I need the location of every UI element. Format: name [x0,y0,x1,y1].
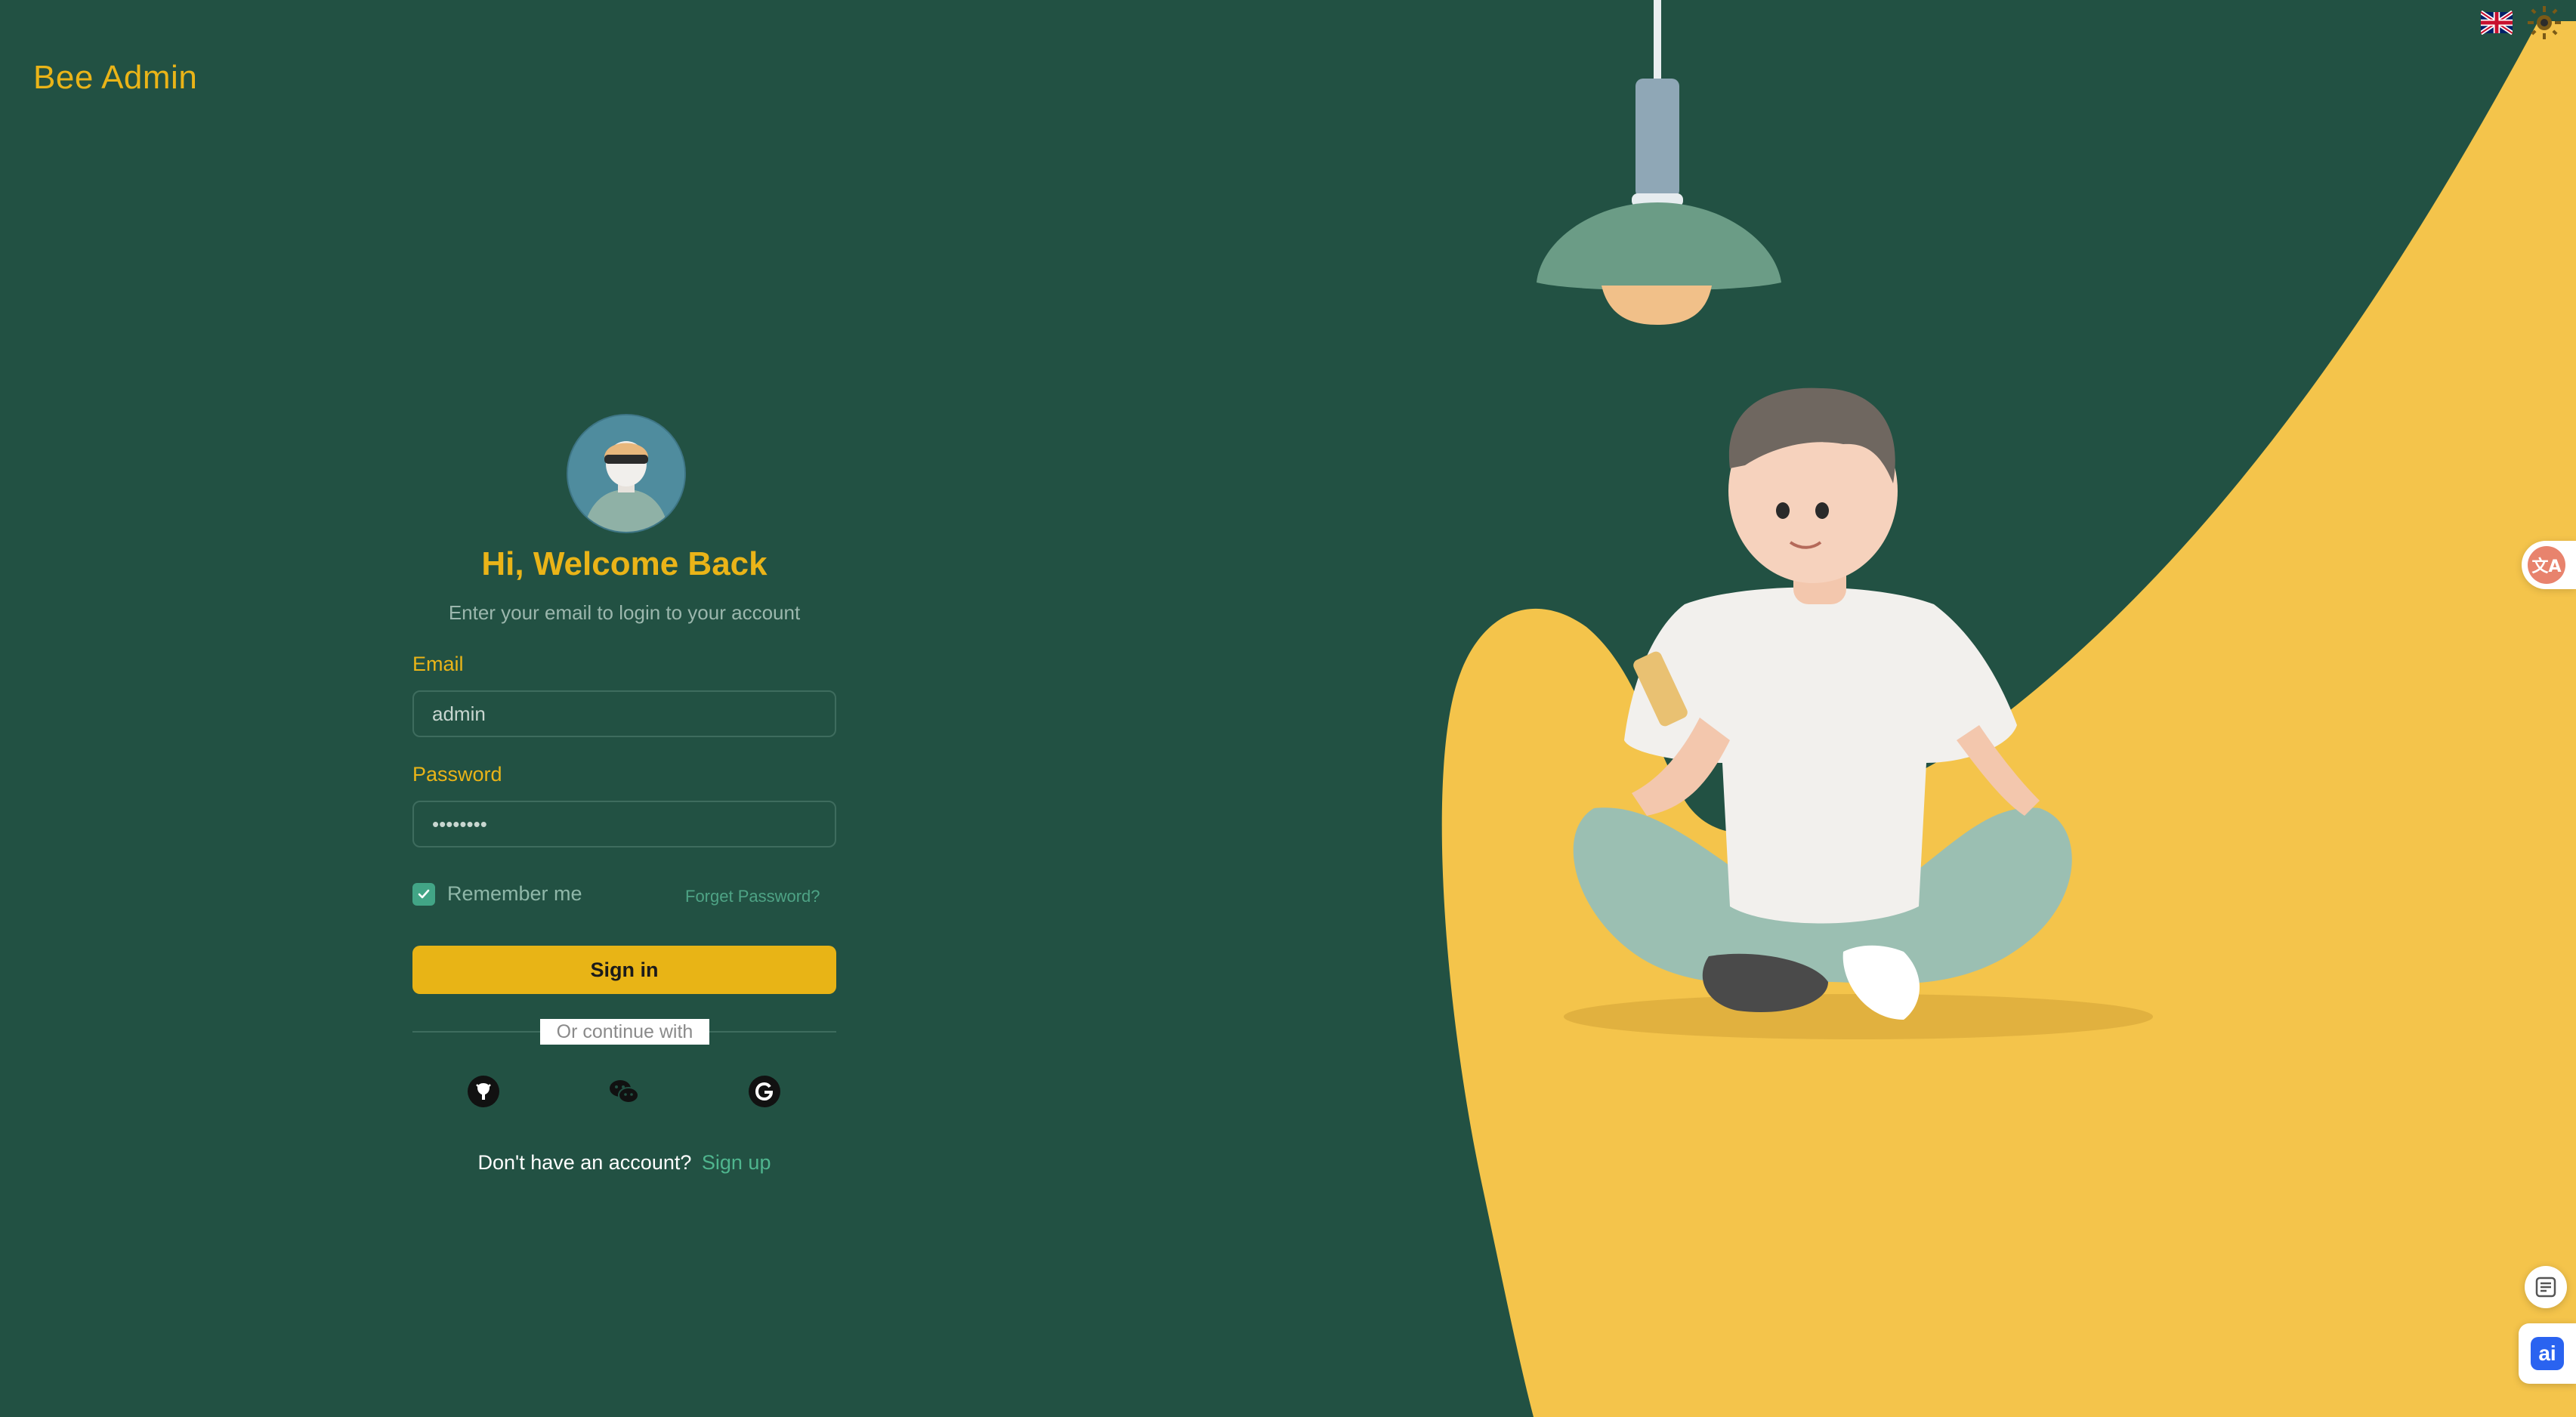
or-continue-with-text: Or continue with [540,1019,709,1045]
github-login-button[interactable] [466,1074,501,1109]
translate-icon: 文A [2528,546,2565,584]
email-field[interactable] [412,690,836,737]
pendant-lamp-graphic [1537,0,1781,325]
wechat-icon [610,1080,639,1104]
google-icon [749,1076,780,1107]
no-account-text: Don't have an account? [477,1151,692,1174]
uk-flag-icon [2479,10,2514,36]
remember-me-checkbox[interactable]: Remember me [412,882,582,906]
signup-row: Don't have an account? Sign up [412,1151,836,1175]
user-avatar [567,414,686,533]
ai-icon: ai [2531,1337,2564,1370]
hero-illustration [1441,0,2576,1417]
sun-icon [2528,6,2561,39]
check-icon [418,889,430,898]
notes-icon [2535,1277,2556,1298]
remember-me-label: Remember me [447,882,582,905]
login-subtitle: Enter your email to login to your accoun… [448,601,801,624]
email-label: Email [412,653,464,675]
wechat-login-button[interactable] [607,1074,641,1109]
theme-toggle[interactable] [2528,6,2561,39]
brand-logo-text: Bee Admin [33,59,198,96]
notes-float-button[interactable] [2525,1266,2567,1308]
checkbox-checked[interactable] [412,882,435,906]
forget-password-link[interactable]: Forget Password? [685,887,820,906]
ai-assistant-button[interactable]: ai [2519,1323,2576,1384]
sign-in-button[interactable]: Sign in [412,946,836,994]
password-field[interactable] [412,801,836,847]
password-label: Password [412,763,502,786]
avatar-illustration [568,415,684,532]
translate-float-button[interactable]: 文A [2522,541,2576,589]
welcome-heading: Hi, Welcome Back [481,545,768,582]
github-icon [468,1076,499,1107]
sign-up-link[interactable]: Sign up [702,1151,771,1174]
language-switch[interactable] [2479,10,2514,36]
google-login-button[interactable] [747,1074,782,1109]
